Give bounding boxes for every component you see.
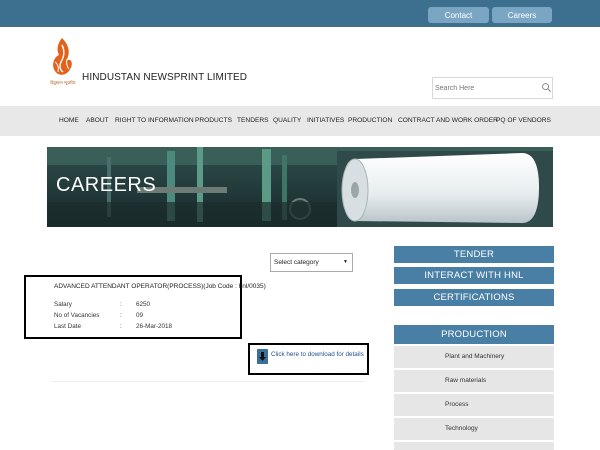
nav-right-to-information[interactable]: RIGHT TO INFORMATION — [115, 106, 194, 136]
category-select[interactable]: Select category ▼ — [270, 253, 353, 272]
download-details-label: Click here to download for details — [271, 351, 364, 358]
job-vacancies-separator: : — [120, 312, 122, 319]
nav-home[interactable]: HOME — [59, 106, 79, 136]
careers-banner: CAREERS — [47, 147, 553, 227]
sidebar-link-tender[interactable]: TENDER — [394, 246, 554, 263]
logo-caption: हिंदुस्तान न्यूज़प्रिंट — [50, 80, 76, 85]
job-salary-value: 6250 — [136, 301, 151, 308]
brand-name[interactable]: HINDUSTAN NEWSPRINT LIMITED — [82, 72, 247, 83]
sidebar-link-certifications[interactable]: CERTIFICATIONS — [394, 289, 554, 306]
sidebar-item-raw-materials[interactable]: Raw materials — [394, 370, 554, 392]
nav-pq-of-vendors[interactable]: PQ OF VENDORS — [496, 106, 551, 136]
job-last-date-value: 26-Mar-2018 — [136, 323, 173, 330]
search-box — [432, 77, 553, 99]
sidebar-item-process[interactable]: Process — [394, 394, 554, 416]
job-listing-card: ADVANCED ATTENDANT OPERATOR(PROCESS)(Job… — [24, 275, 266, 339]
main-nav: HOME ABOUT RIGHT TO INFORMATION PRODUCTS… — [0, 106, 600, 136]
caret-down-icon: ▼ — [343, 259, 348, 265]
search-icon[interactable] — [541, 82, 552, 93]
sidebar-link-interact-with-hnl[interactable]: INTERACT WITH HNL — [394, 267, 554, 284]
nav-tenders[interactable]: TENDERS — [237, 106, 269, 136]
sidebar-item-plant-and-machinery[interactable]: Plant and Machinery — [394, 346, 554, 368]
careers-button[interactable]: Careers — [492, 7, 552, 23]
content-divider — [52, 381, 364, 382]
search-input[interactable] — [435, 82, 535, 95]
banner-title: CAREERS — [56, 174, 157, 196]
nav-initiatives[interactable]: INITIATIVES — [307, 106, 344, 136]
nav-contract-and-work-order[interactable]: CONTRACT AND WORK ORDER — [398, 106, 498, 136]
nav-about[interactable]: ABOUT — [86, 106, 109, 136]
job-vacancies-label: No of Vacancies — [54, 312, 100, 319]
contact-button[interactable]: Contact — [428, 7, 489, 23]
job-last-date-label: Last Date — [54, 323, 81, 330]
category-select-value: Select category — [274, 259, 319, 266]
download-icon — [257, 349, 268, 364]
sidebar-item-technology[interactable]: Technology — [394, 418, 554, 440]
job-salary-label: Salary — [54, 301, 72, 308]
job-last-date-separator: : — [120, 323, 122, 330]
job-vacancies-value: 09 — [136, 312, 144, 319]
job-salary-separator: : — [120, 301, 122, 308]
nav-products[interactable]: PRODUCTS — [195, 106, 232, 136]
nav-production[interactable]: PRODUCTION — [348, 106, 392, 136]
top-bar: Contact Careers — [0, 0, 600, 27]
sidebar-item-partial[interactable] — [394, 442, 554, 450]
nav-quality[interactable]: QUALITY — [273, 106, 301, 136]
job-title: ADVANCED ATTENDANT OPERATOR(PROCESS)(Job… — [54, 283, 266, 290]
download-details-link[interactable]: Click here to download for details — [248, 343, 369, 375]
sidebar-production-heading[interactable]: PRODUCTION — [394, 325, 554, 344]
